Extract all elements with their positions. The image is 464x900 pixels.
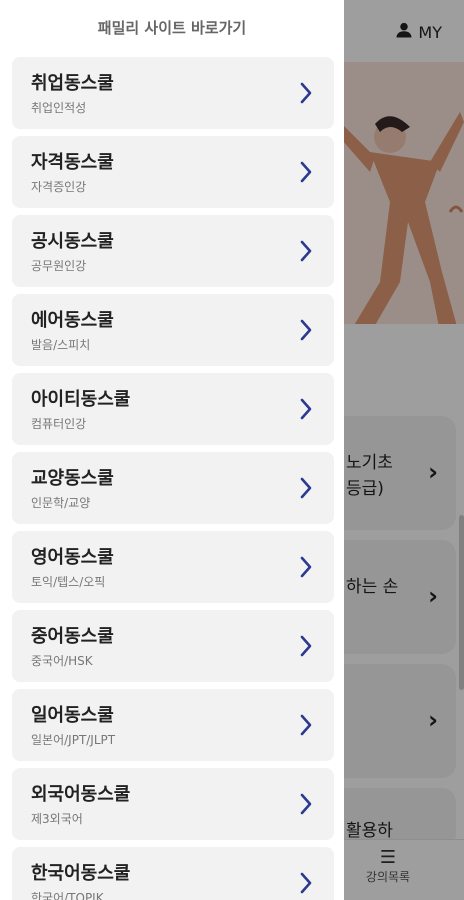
family-site-name: 한국어동스쿨 [31, 863, 131, 884]
family-site-subtitle: 인문학/교양 [31, 496, 91, 510]
family-site-item[interactable]: 영어동스쿨토익/텝스/오픽 [12, 531, 334, 603]
family-site-name: 일어동스쿨 [31, 705, 114, 726]
family-site-item[interactable]: 에어동스쿨발음/스피치 [12, 294, 334, 366]
family-site-item[interactable]: 교양동스쿨인문학/교양 [12, 452, 334, 524]
drawer-title: 패밀리 사이트 바로가기 [97, 19, 247, 37]
family-site-name: 중어동스쿨 [31, 626, 114, 647]
family-site-name: 영어동스쿨 [31, 547, 114, 568]
family-site-item[interactable]: 아이티동스쿨컴퓨터인강 [12, 373, 334, 445]
family-site-item[interactable]: 중어동스쿨중국어/HSK [12, 610, 334, 682]
family-site-subtitle: 토익/텝스/오픽 [31, 575, 106, 589]
family-site-name: 공시동스쿨 [31, 231, 114, 252]
family-site-name: 자격동스쿨 [31, 152, 114, 173]
family-site-name: 외국어동스쿨 [31, 784, 131, 805]
family-site-subtitle: 한국어/TOPIK [31, 891, 104, 900]
family-site-item[interactable]: 공시동스쿨공무원인강 [12, 215, 334, 287]
family-site-item[interactable]: 자격동스쿨자격증인강 [12, 136, 334, 208]
family-site-subtitle: 중국어/HSK [31, 654, 93, 668]
family-site-name: 에어동스쿨 [31, 310, 114, 331]
family-site-subtitle: 일본어/JPT/JLPT [31, 733, 116, 747]
family-site-name: 취업동스쿨 [31, 73, 114, 94]
family-site-item[interactable]: 외국어동스쿨제3외국어 [12, 768, 334, 840]
family-site-name: 교양동스쿨 [31, 468, 114, 489]
family-site-subtitle: 제3외국어 [31, 812, 83, 826]
family-site-drawer: 패밀리 사이트 바로가기 취업동스쿨취업인적성자격동스쿨자격증인강공시동스쿨공무… [0, 0, 344, 900]
family-site-item[interactable]: 한국어동스쿨한국어/TOPIK [12, 847, 334, 900]
family-site-list: 취업동스쿨취업인적성자격동스쿨자격증인강공시동스쿨공무원인강에어동스쿨발음/스피… [12, 57, 334, 900]
family-site-subtitle: 공무원인강 [31, 259, 87, 273]
family-site-subtitle: 발음/스피치 [31, 338, 91, 352]
family-site-item[interactable]: 취업동스쿨취업인적성 [12, 57, 334, 129]
family-site-subtitle: 자격증인강 [31, 180, 87, 194]
family-site-subtitle: 컴퓨터인강 [31, 417, 87, 431]
family-site-name: 아이티동스쿨 [31, 389, 131, 410]
family-site-subtitle: 취업인적성 [31, 101, 87, 115]
family-site-item[interactable]: 일어동스쿨일본어/JPT/JLPT [12, 689, 334, 761]
